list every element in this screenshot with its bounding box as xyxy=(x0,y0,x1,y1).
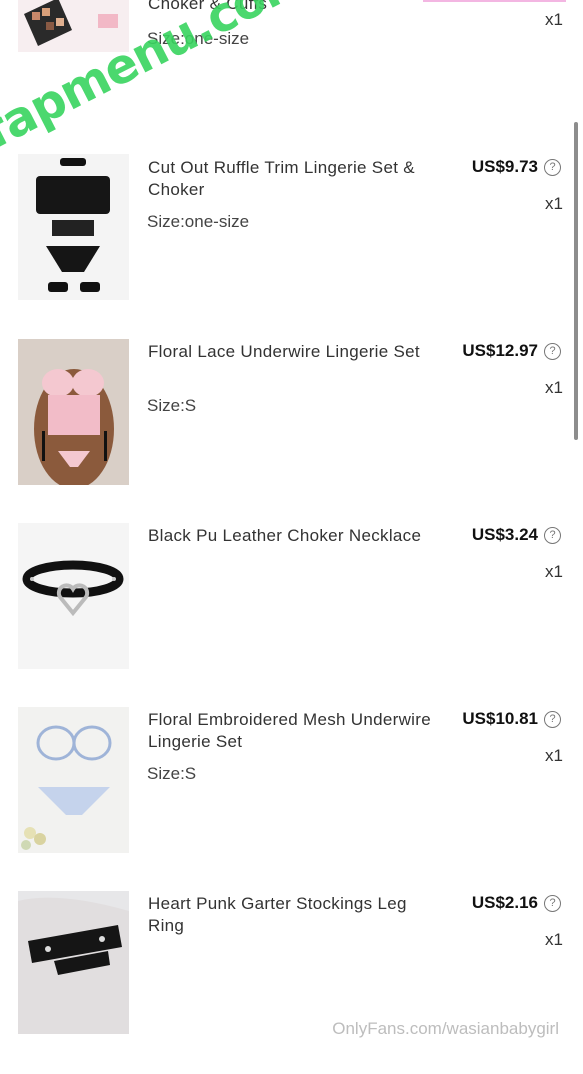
price-value: US$9.73 xyxy=(471,157,538,176)
product-size: Size:one-size xyxy=(147,212,250,231)
product-thumbnail[interactable] xyxy=(18,154,129,300)
scrollbar[interactable] xyxy=(574,122,578,440)
product-thumbnail[interactable] xyxy=(18,523,129,669)
product-quantity: x1 xyxy=(545,562,563,581)
list-item[interactable]: Cut Out Ruffle Trim Lingerie Set & Choke… xyxy=(0,154,583,338)
price-value: US$3.24 xyxy=(471,525,538,544)
product-size: Size:S xyxy=(147,396,197,415)
product-size: Size:S xyxy=(147,764,197,783)
product-price: US$2.16 ? xyxy=(472,893,561,913)
help-icon[interactable]: ? xyxy=(544,158,561,176)
product-price: US$12.97 ? xyxy=(462,341,561,361)
order-item-list: Choker & Cuffs Size:one-size x1 Cut Out … xyxy=(0,0,583,1043)
product-quantity: x1 xyxy=(545,10,563,29)
product-quantity: x1 xyxy=(545,194,563,213)
list-item[interactable]: Floral Embroidered Mesh Underwire Linger… xyxy=(0,706,583,890)
product-quantity: x1 xyxy=(545,746,563,765)
product-price: US$9.73 ? xyxy=(472,157,561,177)
product-title[interactable]: Floral Lace Underwire Lingerie Set xyxy=(148,341,433,363)
product-quantity: x1 xyxy=(545,930,563,949)
product-title[interactable]: Black Pu Leather Choker Necklace xyxy=(148,525,433,547)
product-price: US$10.81 ? xyxy=(462,709,561,729)
help-icon[interactable]: ? xyxy=(544,342,561,360)
help-icon[interactable]: ? xyxy=(544,526,561,544)
product-price: US$3.24 ? xyxy=(472,525,561,545)
product-title[interactable]: Cut Out Ruffle Trim Lingerie Set & Choke… xyxy=(148,157,433,201)
product-thumbnail[interactable] xyxy=(18,891,129,1034)
accent-bar xyxy=(423,0,566,2)
footer-watermark: OnlyFans.com/wasianbabygirl xyxy=(332,1019,559,1038)
list-item[interactable]: Black Pu Leather Choker Necklace US$3.24… xyxy=(0,522,583,706)
price-value: US$2.16 xyxy=(471,893,538,912)
list-item[interactable]: Heart Punk Garter Stockings Leg Ring US$… xyxy=(0,890,583,1074)
product-thumbnail[interactable] xyxy=(18,339,129,485)
price-value: US$10.81 xyxy=(462,709,538,728)
product-title[interactable]: Heart Punk Garter Stockings Leg Ring xyxy=(148,893,433,937)
help-icon[interactable]: ? xyxy=(544,894,561,912)
product-thumbnail[interactable] xyxy=(18,707,129,853)
product-quantity: x1 xyxy=(545,378,563,397)
list-item[interactable]: Floral Lace Underwire Lingerie Set Size:… xyxy=(0,338,583,522)
price-value: US$12.97 xyxy=(462,341,538,360)
product-title[interactable]: Floral Embroidered Mesh Underwire Linger… xyxy=(148,709,433,753)
help-icon[interactable]: ? xyxy=(544,710,561,728)
